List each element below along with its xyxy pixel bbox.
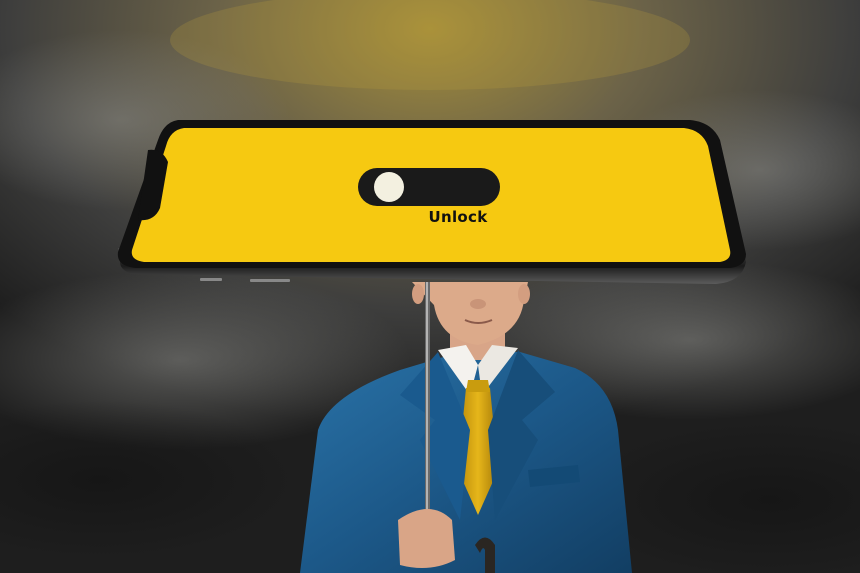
photo-scene: Unlock xyxy=(0,0,860,573)
toggle-knob[interactable] xyxy=(374,172,404,202)
hand xyxy=(398,509,455,569)
unlock-toggle[interactable] xyxy=(358,168,500,206)
illustration xyxy=(0,0,860,573)
unlock-label: Unlock xyxy=(428,208,488,226)
